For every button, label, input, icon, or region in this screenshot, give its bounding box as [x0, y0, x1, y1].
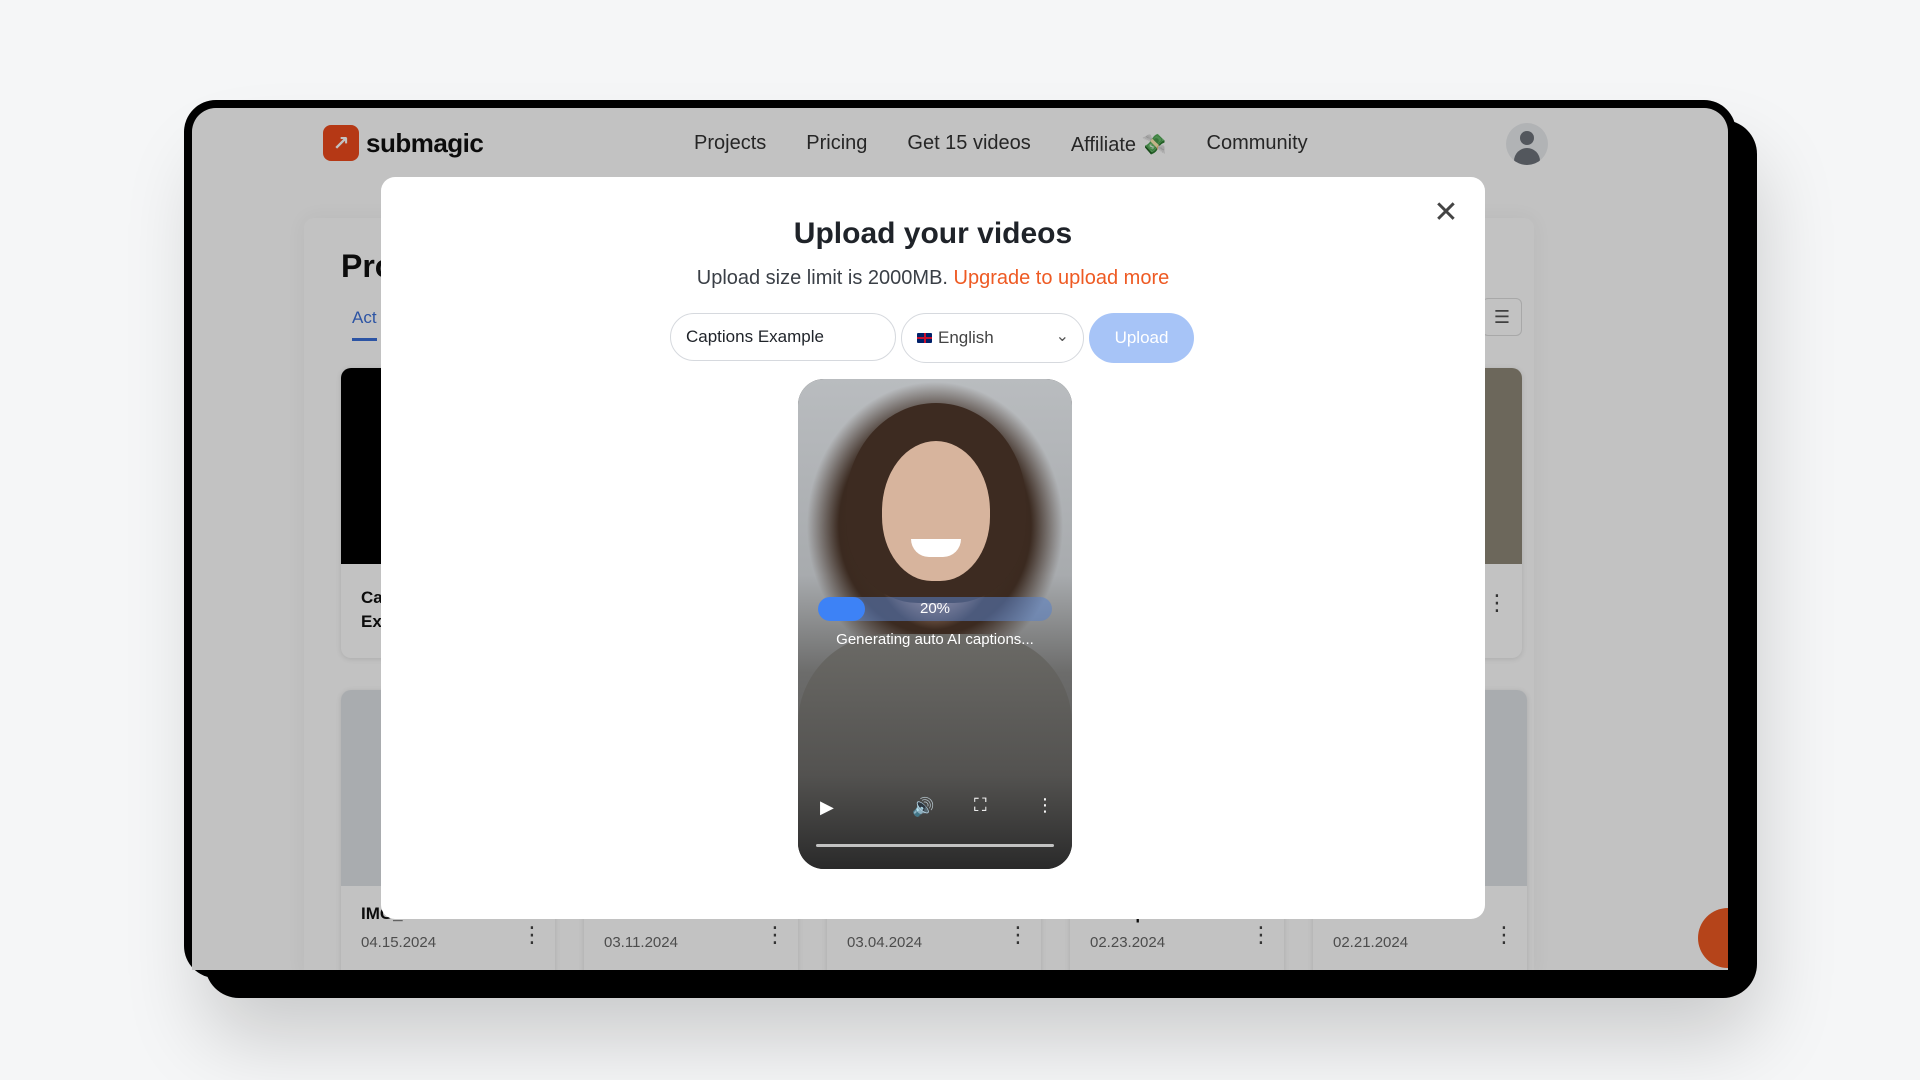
play-icon[interactable]: ▶ [820, 797, 834, 818]
upload-modal: ✕ Upload your videos Upload size limit i… [381, 177, 1485, 919]
volume-icon[interactable]: 🔊 [912, 797, 934, 818]
modal-title: Upload your videos [793, 217, 1073, 250]
video-person-sweater [798, 633, 1072, 869]
video-preview[interactable]: 20% Generating auto AI captions... ▶ 🔊 ⛶… [798, 379, 1072, 869]
video-person-face [882, 441, 990, 581]
upload-limit-text: Upload size limit is 2000MB. [696, 267, 948, 289]
app-screen: ↗ submagic Projects Pricing Get 15 video… [192, 108, 1728, 970]
video-name-input[interactable] [670, 313, 896, 361]
video-scrubber[interactable] [816, 844, 1054, 847]
video-controls: ▶ 🔊 ⛶ ⋮ [798, 795, 1072, 825]
upgrade-link[interactable]: Upgrade to upload more [954, 267, 1170, 289]
upload-button[interactable]: Upload [1089, 313, 1194, 363]
device-frame: ↗ submagic Projects Pricing Get 15 video… [184, 100, 1736, 978]
modal-subtitle: Upload size limit is 2000MB. Upgrade to … [381, 267, 1485, 290]
uk-flag-icon [917, 333, 932, 343]
language-select[interactable]: English ⌄ [901, 313, 1084, 363]
progress-label: 20% [919, 600, 951, 617]
upload-form: English ⌄ Upload [670, 313, 1194, 363]
chevron-down-icon: ⌄ [1055, 328, 1069, 345]
more-options-icon[interactable]: ⋮ [1036, 795, 1054, 816]
progress-status: Generating auto AI captions... [836, 631, 1034, 648]
caption-progress-bar: 20% [818, 597, 1052, 621]
language-value: English [938, 328, 994, 347]
fullscreen-icon[interactable]: ⛶ [974, 795, 987, 816]
